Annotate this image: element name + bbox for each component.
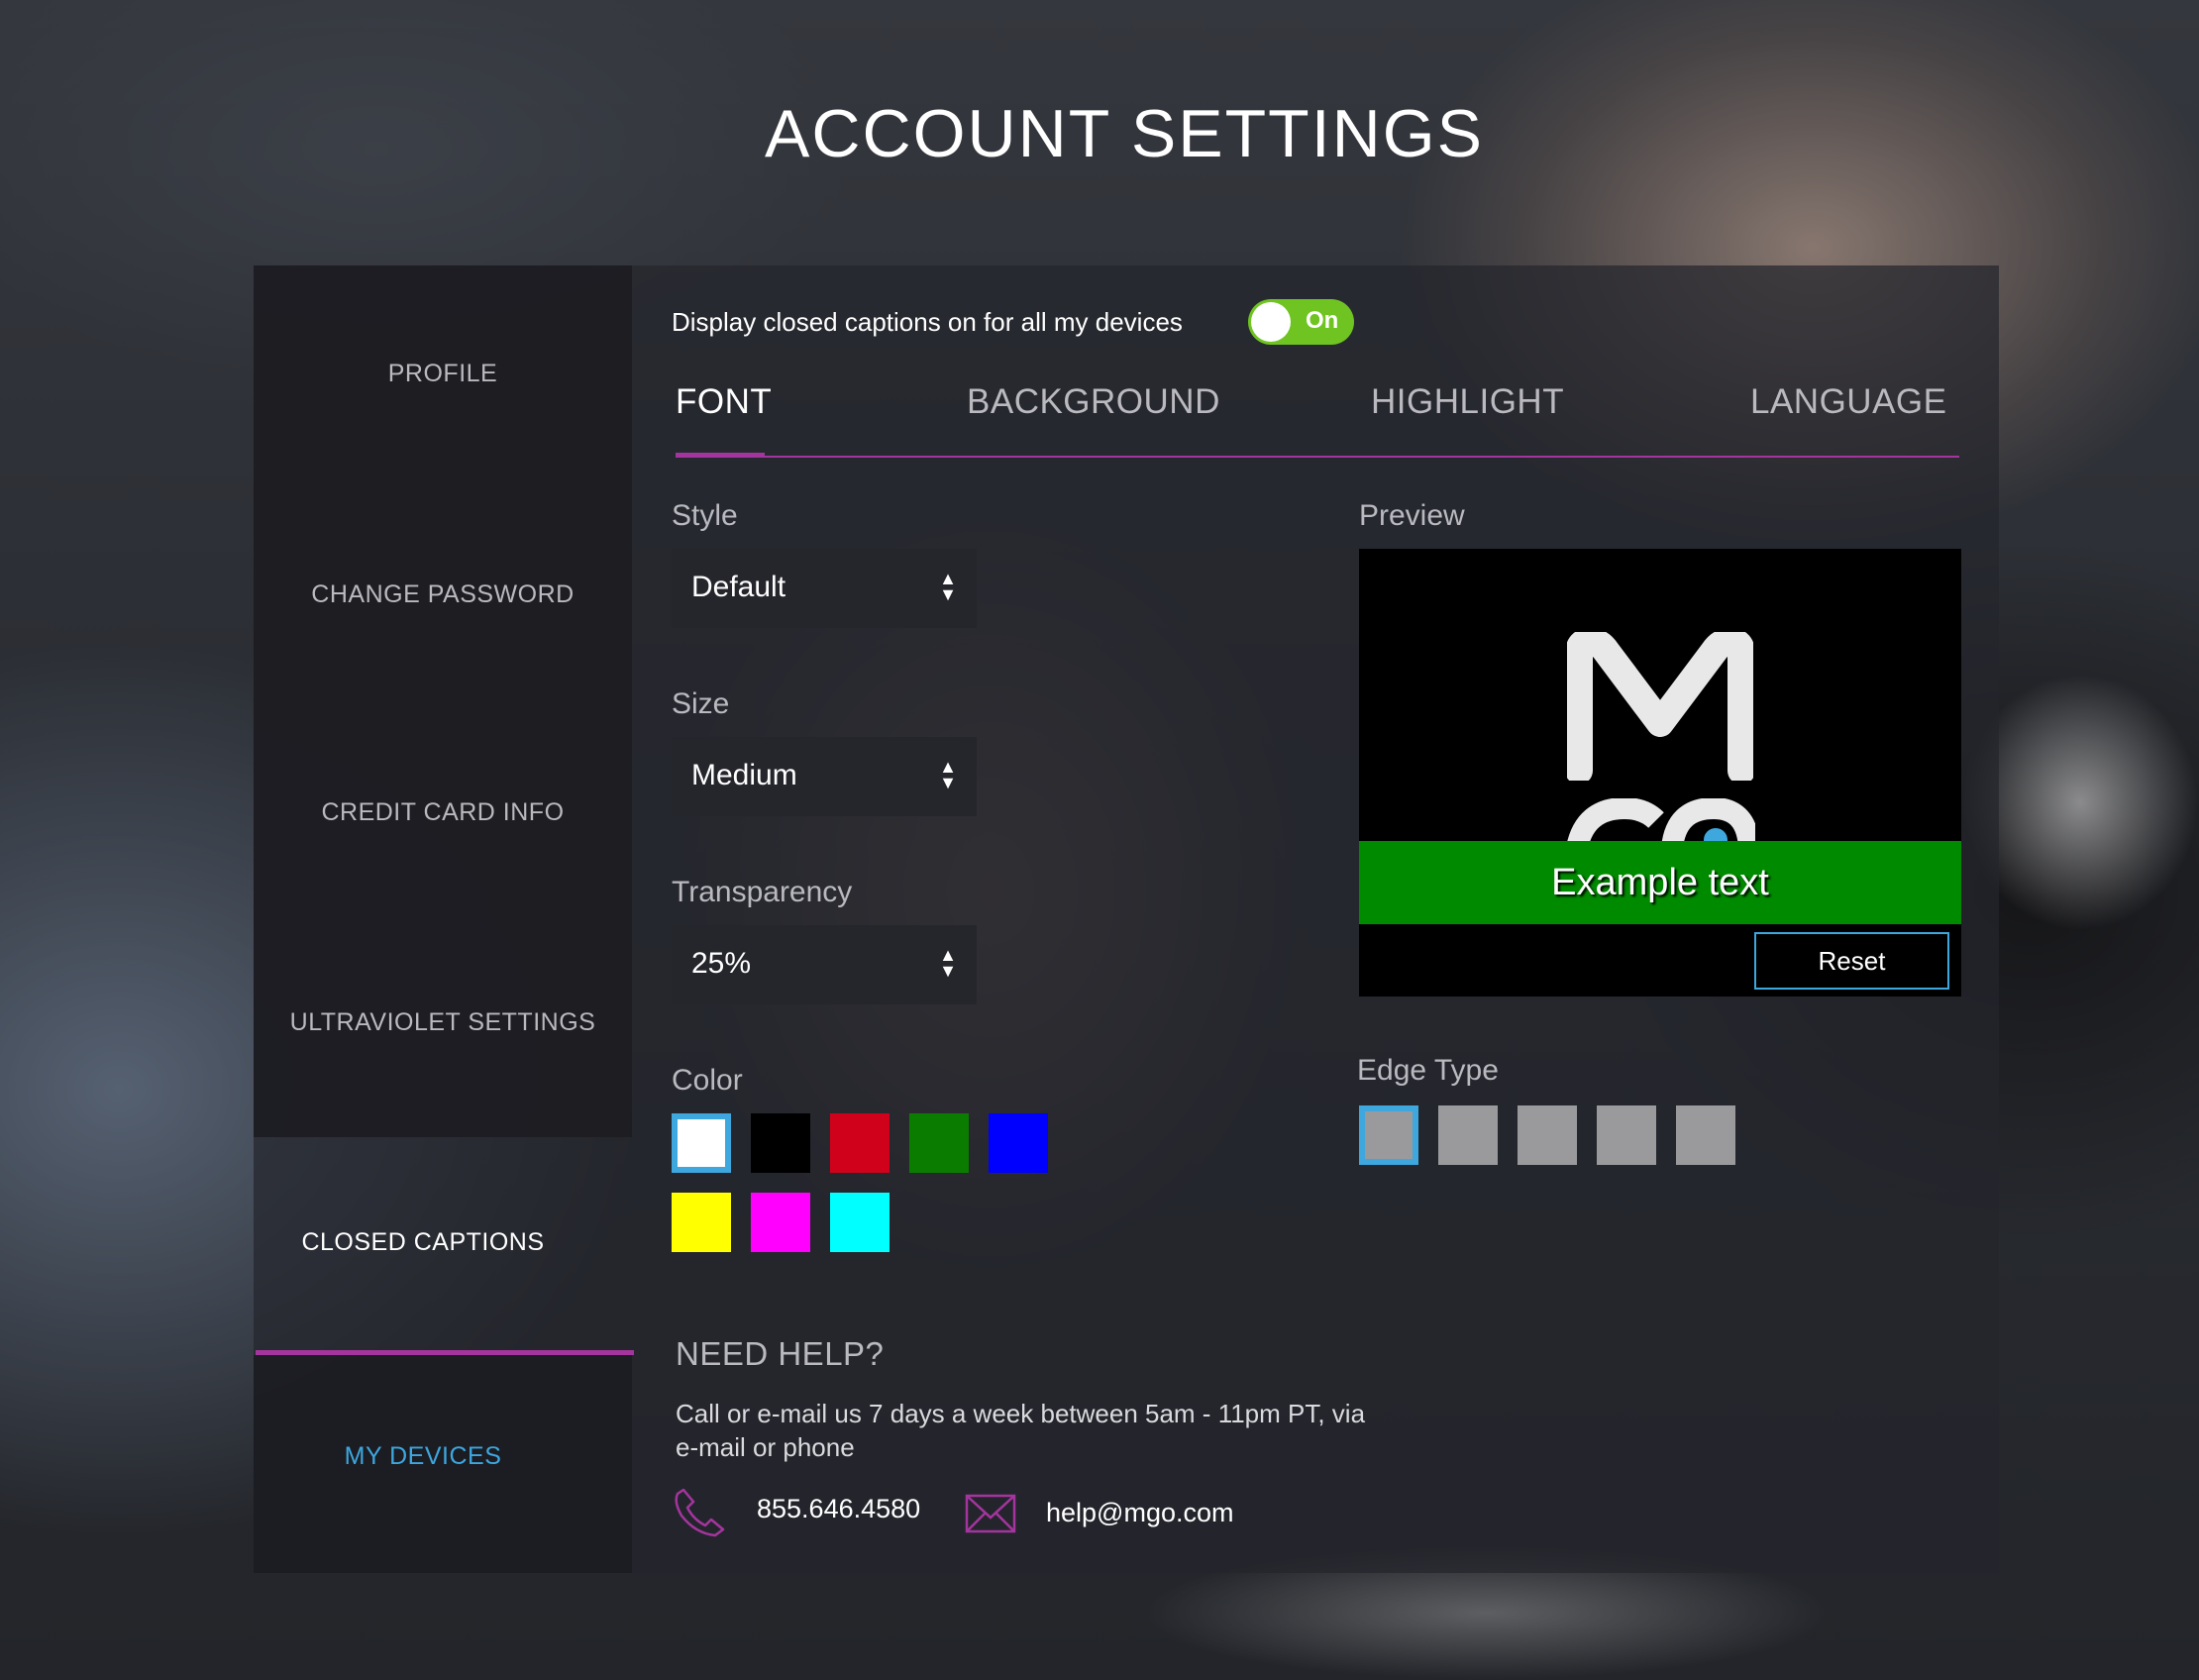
edge-type-option[interactable] xyxy=(1597,1105,1656,1165)
color-swatch[interactable] xyxy=(672,1113,731,1173)
edge-type-option[interactable] xyxy=(1518,1105,1577,1165)
caption-preview: Example text Reset xyxy=(1359,549,1961,997)
transparency-select-value: 25% xyxy=(691,947,752,980)
preview-example-text: Example text xyxy=(1359,841,1961,924)
color-swatch[interactable] xyxy=(751,1193,810,1252)
toggle-state: On xyxy=(1306,307,1339,334)
phone-icon[interactable] xyxy=(674,1486,727,1537)
reset-button[interactable]: Reset xyxy=(1754,932,1949,990)
sidebar-active-indicator xyxy=(256,1350,634,1355)
sidebar-item-change-password[interactable]: CHANGE PASSWORD xyxy=(254,580,632,609)
size-select-value: Medium xyxy=(691,759,797,791)
sidebar-item-ultraviolet-settings[interactable]: ULTRAVIOLET SETTINGS xyxy=(254,1008,632,1037)
closed-captions-toggle[interactable]: On xyxy=(1248,299,1354,345)
style-select-value: Default xyxy=(691,571,786,603)
tab-active-indicator xyxy=(676,453,765,458)
tab-underline xyxy=(676,456,1959,458)
caption-tabs: FONT BACKGROUND HIGHLIGHT LANGUAGE xyxy=(672,382,1959,442)
size-select[interactable]: Medium ▲ ▼ xyxy=(672,737,977,816)
sidebar-item-my-devices[interactable]: MY DEVICES xyxy=(234,1442,612,1471)
help-title: NEED HELP? xyxy=(676,1335,885,1372)
settings-panel: PROFILE CHANGE PASSWORD CREDIT CARD INFO… xyxy=(254,265,1999,1573)
color-swatch[interactable] xyxy=(989,1113,1048,1173)
sidebar-item-credit-card-info[interactable]: CREDIT CARD INFO xyxy=(254,798,632,827)
select-arrows-icon: ▲ ▼ xyxy=(939,757,957,792)
color-label: Color xyxy=(672,1064,743,1097)
transparency-select[interactable]: 25% ▲ ▼ xyxy=(672,925,977,1004)
help-phone[interactable]: 855.646.4580 xyxy=(757,1494,920,1524)
toggle-knob xyxy=(1251,302,1291,342)
edge-type-option[interactable] xyxy=(1359,1105,1418,1165)
edge-type-label: Edge Type xyxy=(1357,1054,1499,1087)
transparency-label: Transparency xyxy=(672,876,853,908)
style-label: Style xyxy=(672,499,738,532)
select-arrows-icon: ▲ ▼ xyxy=(939,569,957,604)
sidebar-background xyxy=(254,265,632,1137)
tab-language[interactable]: LANGUAGE xyxy=(1750,382,1947,422)
closed-captions-toggle-label: Display closed captions on for all my de… xyxy=(672,307,1183,337)
help-text: Call or e-mail us 7 days a week between … xyxy=(676,1399,1366,1462)
edge-type-option[interactable] xyxy=(1676,1105,1735,1165)
color-swatch[interactable] xyxy=(830,1113,890,1173)
size-label: Size xyxy=(672,687,730,720)
page-title: ACCOUNT SETTINGS xyxy=(765,96,1484,171)
preview-label: Preview xyxy=(1359,499,1465,532)
sidebar-item-profile[interactable]: PROFILE xyxy=(254,360,632,388)
mail-icon[interactable] xyxy=(965,1494,1016,1533)
tab-font[interactable]: FONT xyxy=(676,382,772,422)
color-swatch[interactable] xyxy=(909,1113,969,1173)
color-swatch[interactable] xyxy=(672,1193,731,1252)
sidebar-item-closed-captions[interactable]: CLOSED CAPTIONS xyxy=(234,1228,612,1257)
tab-background[interactable]: BACKGROUND xyxy=(967,382,1220,422)
tab-highlight[interactable]: HIGHLIGHT xyxy=(1371,382,1564,422)
sidebar: PROFILE CHANGE PASSWORD CREDIT CARD INFO… xyxy=(254,265,634,1573)
help-email[interactable]: help@mgo.com xyxy=(1046,1498,1234,1528)
style-select[interactable]: Default ▲ ▼ xyxy=(672,549,977,628)
select-arrows-icon: ▲ ▼ xyxy=(939,945,957,981)
color-swatch[interactable] xyxy=(751,1113,810,1173)
color-swatch[interactable] xyxy=(830,1193,890,1252)
mgo-logo-icon xyxy=(1567,632,1753,781)
edge-type-option[interactable] xyxy=(1438,1105,1498,1165)
